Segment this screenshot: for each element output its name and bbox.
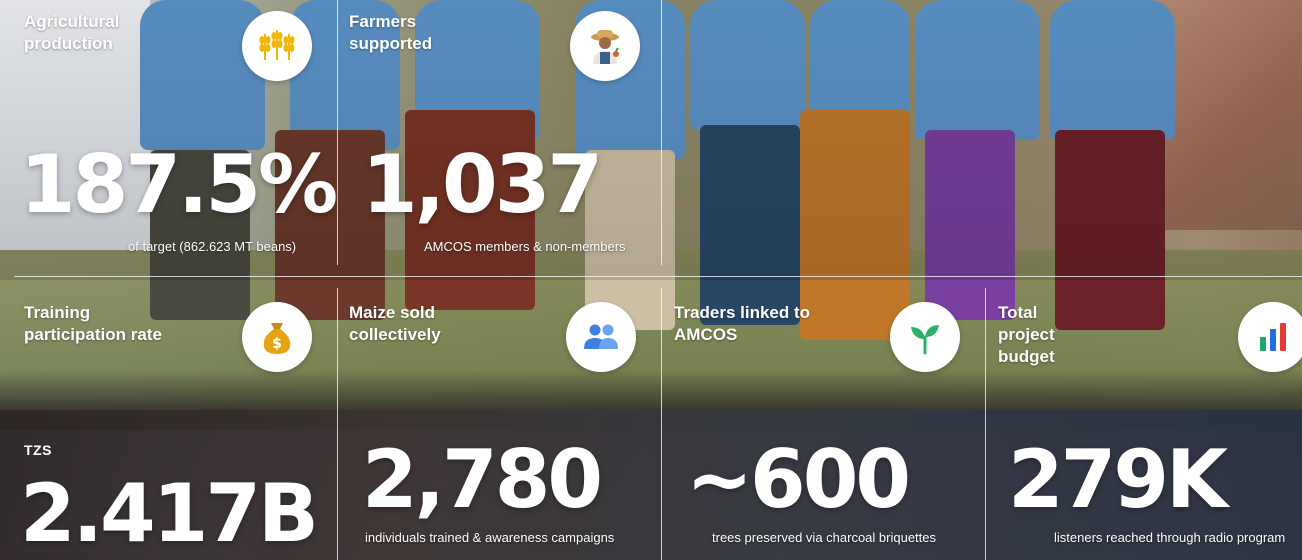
stat-caption: trees preserved via charcoal briquettes	[712, 530, 937, 545]
stat-value: 1,037	[362, 138, 603, 231]
vertical-divider	[985, 288, 986, 560]
farmer-icon	[570, 11, 640, 81]
wheat-icon	[242, 11, 312, 81]
people-icon	[566, 302, 636, 372]
stat-value: 279K	[1008, 433, 1228, 526]
money-bag-icon: $	[242, 302, 312, 372]
stat-caption: listeners reached through radio program	[1054, 530, 1286, 545]
seedling-icon	[890, 302, 960, 372]
stat-value: 187.5%	[20, 138, 338, 231]
stat-caption: AMCOS members & non-members	[424, 239, 626, 254]
stat-value: 2,780	[362, 433, 603, 526]
stat-caption: individuals trained & awareness campaign…	[365, 530, 615, 545]
vertical-divider	[337, 0, 338, 265]
vertical-divider	[337, 288, 338, 560]
card-title: Training participation rate	[24, 303, 162, 344]
vertical-divider	[661, 0, 662, 265]
stat-caption: of target (862.623 MT beans)	[128, 239, 297, 254]
stat-value: 2.417B	[20, 467, 319, 560]
vertical-divider	[661, 288, 662, 560]
horizontal-divider	[14, 276, 1302, 277]
card-title: Agricultural production	[24, 12, 120, 53]
card-title: Maize sold collectively	[349, 303, 441, 344]
bar-chart-icon	[1238, 302, 1302, 372]
card-title: Farmers supported	[349, 12, 433, 53]
card-title: Traders linked to AMCOS	[674, 303, 811, 344]
card-title: Total project budget	[998, 303, 1055, 366]
svg-text:$: $	[272, 336, 282, 352]
stat-value: ~600	[686, 433, 911, 526]
currency-prefix: TZS	[24, 442, 52, 458]
